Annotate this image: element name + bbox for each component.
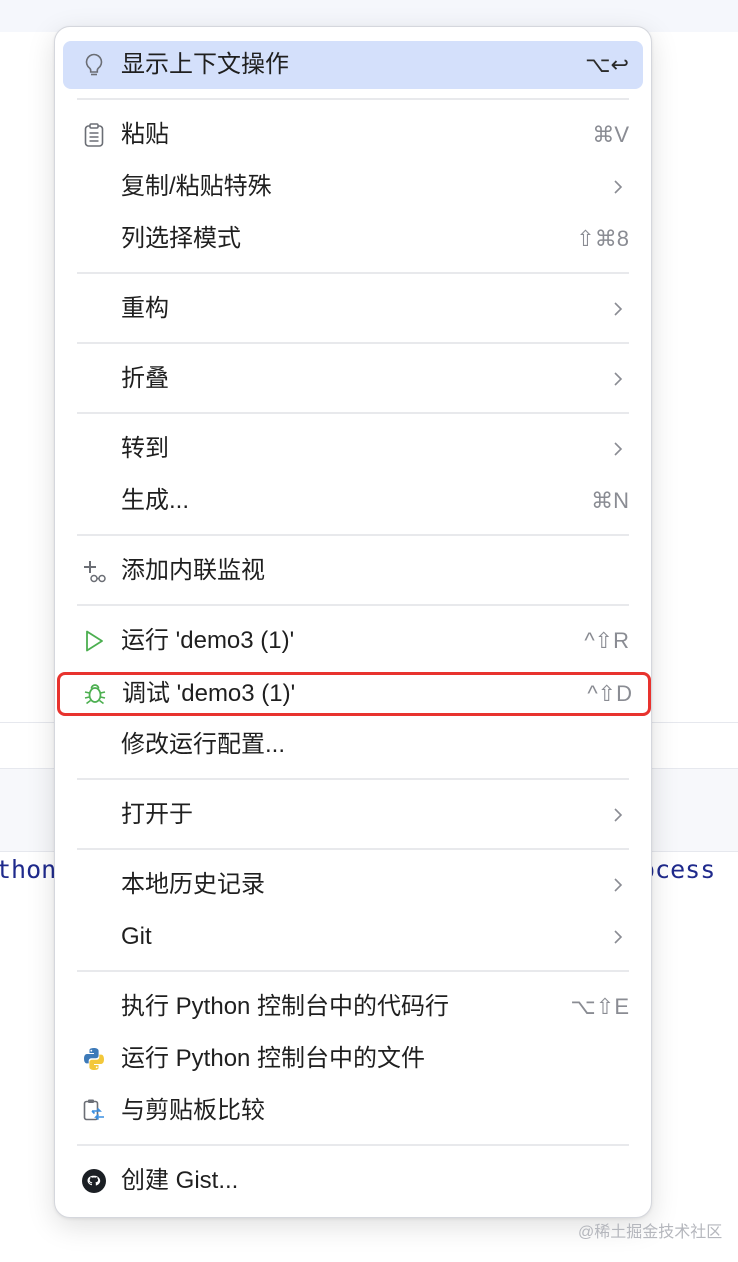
menu-item-debug-demo3[interactable]: 调试 'demo3 (1)' ^⇧D [57, 672, 651, 716]
chevron-right-icon [614, 442, 623, 456]
chevron-right-icon [614, 372, 623, 386]
menu-separator [77, 98, 629, 100]
shortcut-text: ⌘N [591, 488, 629, 513]
menu-item-label: 添加内联监视 [121, 557, 265, 584]
menu-item-execute-line-in-python-console[interactable]: 执行 Python 控制台中的代码行 ⌥⇧E [63, 983, 643, 1031]
chevron-right-icon [614, 930, 623, 944]
menu-item-open-in[interactable]: 打开于 [63, 791, 643, 839]
menu-item-label: 复制/粘贴特殊 [121, 173, 272, 200]
shortcut-text: ^⇧D [587, 681, 632, 706]
context-menu: 显示上下文操作 ⌥↩ 粘贴 ⌘V 复制/粘贴特殊 列选择模式 ⇧⌘8 重构 折叠 [54, 26, 652, 1218]
menu-item-run-demo3[interactable]: 运行 'demo3 (1)' ^⇧R [63, 617, 643, 665]
chevron-right-icon [614, 878, 623, 892]
bug-icon [84, 684, 106, 705]
menu-separator [77, 1144, 629, 1146]
menu-item-label: 生成... [121, 487, 190, 514]
chevron-right-icon [614, 302, 623, 316]
menu-item-create-gist[interactable]: 创建 Gist... [63, 1157, 643, 1205]
menu-item-compare-with-clipboard[interactable]: 与剪贴板比较 [63, 1087, 643, 1135]
menu-item-run-file-in-python-console[interactable]: 运行 Python 控制台中的文件 [63, 1035, 643, 1083]
menu-item-show-context-actions[interactable]: 显示上下文操作 ⌥↩ [63, 41, 643, 89]
menu-item-go-to[interactable]: 转到 [63, 425, 643, 473]
menu-item-label: 与剪贴板比较 [121, 1097, 265, 1124]
menu-item-modify-run-config[interactable]: 修改运行配置... [63, 721, 643, 769]
menu-separator [77, 412, 629, 414]
menu-item-label: 重构 [121, 295, 169, 322]
menu-item-generate[interactable]: 生成... ⌘N [63, 477, 643, 525]
compare-clipboard-icon [83, 1099, 104, 1121]
clipboard-icon [84, 123, 104, 147]
shortcut-text: ⌥⇧E [570, 994, 629, 1019]
menu-item-label: 本地历史记录 [121, 871, 265, 898]
python-icon [84, 1048, 104, 1070]
menu-item-label: 运行 'demo3 (1)' [121, 627, 295, 654]
menu-separator [77, 534, 629, 536]
add-watch-icon [84, 561, 106, 583]
menu-item-label: 转到 [121, 435, 169, 462]
menu-item-label: 粘贴 [121, 121, 169, 148]
menu-item-refactor[interactable]: 重构 [63, 285, 643, 333]
chevron-right-icon [614, 180, 623, 194]
run-icon [86, 630, 103, 652]
github-icon [82, 1169, 106, 1193]
shortcut-text: ⇧⌘8 [576, 226, 629, 251]
shortcut-text: ⌘V [592, 122, 629, 147]
menu-item-label: Git [121, 923, 152, 950]
menu-item-label: 显示上下文操作 [121, 51, 289, 78]
menu-separator [77, 604, 629, 606]
menu-item-label: 调试 'demo3 (1)' [122, 680, 296, 707]
menu-item-column-selection-mode[interactable]: 列选择模式 ⇧⌘8 [63, 215, 643, 263]
menu-separator [77, 848, 629, 850]
menu-item-label: 打开于 [121, 801, 193, 828]
menu-separator [77, 272, 629, 274]
menu-item-paste[interactable]: 粘贴 ⌘V [63, 111, 643, 159]
menu-separator [77, 342, 629, 344]
menu-separator [77, 970, 629, 972]
menu-item-label: 执行 Python 控制台中的代码行 [121, 993, 450, 1020]
menu-item-git[interactable]: Git [63, 913, 643, 961]
menu-item-label: 修改运行配置... [121, 731, 286, 758]
menu-item-local-history[interactable]: 本地历史记录 [63, 861, 643, 909]
menu-item-folding[interactable]: 折叠 [63, 355, 643, 403]
lightbulb-icon [85, 53, 103, 76]
menu-item-label: 运行 Python 控制台中的文件 [121, 1045, 426, 1072]
menu-item-label: 列选择模式 [121, 225, 241, 252]
shortcut-text: ^⇧R [584, 628, 629, 653]
menu-item-add-inline-watch[interactable]: 添加内联监视 [63, 547, 643, 595]
watermark: @稀土掘金技术社区 [578, 1224, 723, 1241]
background-code-fragment-left: thon [0, 855, 57, 884]
shortcut-text: ⌥↩ [585, 52, 629, 77]
menu-separator [77, 778, 629, 780]
menu-item-copy-paste-special[interactable]: 复制/粘贴特殊 [63, 163, 643, 211]
menu-item-label: 创建 Gist... [121, 1167, 239, 1194]
chevron-right-icon [614, 808, 623, 822]
menu-item-label: 折叠 [121, 365, 169, 392]
